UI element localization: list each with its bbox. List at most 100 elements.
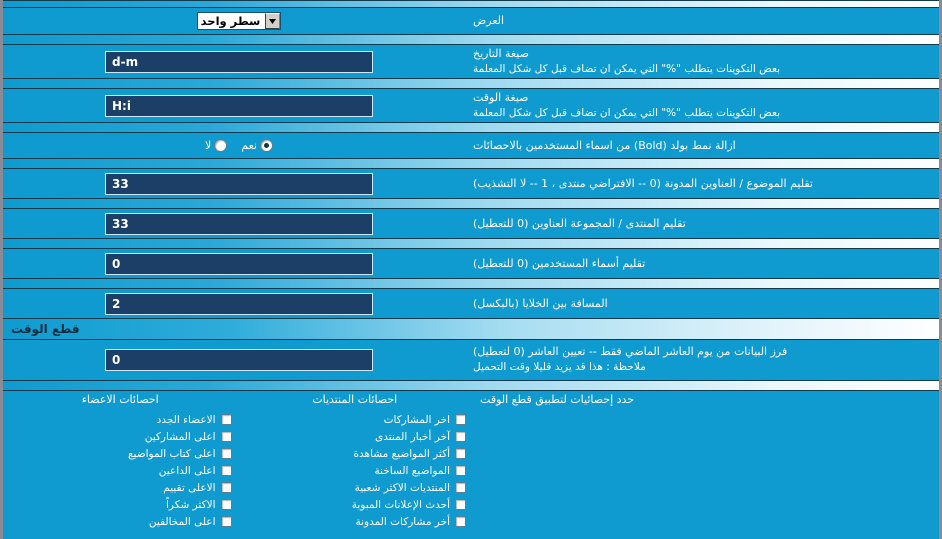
setting-row-display: العرض سطر واحد: [3, 8, 939, 34]
stats-heading-cell: حدد إحصائيات لتطبيق قطع الوقت: [472, 393, 939, 530]
checkbox-icon[interactable]: [455, 499, 467, 510]
setting-row-date-format: صيغة التاريخ بعض التكوينات يتطلب "%" الت…: [3, 45, 939, 78]
time-format-desc: بعض التكوينات يتطلب "%" التي يمكن ان تضا…: [473, 106, 781, 119]
trim-forum-titles-field-cell: [9, 212, 469, 235]
date-format-desc: بعض التكوينات يتطلب "%" التي يمكن ان تضا…: [473, 62, 781, 75]
checkbox-icon[interactable]: [220, 482, 232, 493]
separator-top: [3, 0, 939, 8]
checkbox-icon[interactable]: [220, 499, 232, 510]
date-format-label-cell: صيغة التاريخ بعض التكوينات يتطلب "%" الت…: [469, 46, 939, 77]
cutoff-days-desc: ملاحظة : هذا قد يزيد قليلا وقت التحميل: [473, 361, 646, 374]
checkbox-icon[interactable]: [220, 465, 232, 476]
checkbox-icon[interactable]: [220, 414, 232, 425]
checkbox-label: المواضيع الساخنة: [374, 464, 451, 477]
checkbox-label: اعلى كتاب المواضيع: [127, 447, 216, 460]
checkbox-label: أخر مشاركات المدونة: [355, 515, 451, 528]
checkbox-row[interactable]: الاعضاء الجدد: [9, 411, 232, 428]
section-title: قطع الوقت: [11, 322, 80, 336]
cell-spacing-input[interactable]: [105, 292, 373, 315]
checkbox-icon[interactable]: [455, 465, 467, 476]
separator-5: [3, 198, 939, 209]
setting-row-remove-bold: ازالة نمط بولد (Bold) من اسماء المستخدمي…: [3, 133, 939, 158]
checkbox-label: اعلى الداعين: [158, 464, 216, 477]
checkbox-row[interactable]: اخر المشاركات: [244, 411, 467, 428]
setting-row-time-format: صيغة الوقت بعض التكوينات يتطلب "%" التي …: [3, 89, 939, 122]
checkbox-row[interactable]: أحدث الإعلانات المبوبة: [244, 496, 467, 513]
remove-bold-option-no[interactable]: لا: [205, 139, 228, 152]
trim-forum-titles-label-cell: تقليم المنتدى / المجموعة العناوين (0 للت…: [469, 216, 939, 232]
checkbox-row[interactable]: اعلى المشاركين: [9, 428, 232, 445]
checkbox-icon[interactable]: [455, 414, 467, 425]
checkbox-icon[interactable]: [220, 431, 232, 442]
setting-row-cutoff-days: فرز البيانات من يوم العاشر الماضي فقط --…: [3, 340, 939, 380]
cutoff-days-input[interactable]: [105, 349, 373, 371]
checkbox-row[interactable]: آخر أخبار المنتدى: [244, 428, 467, 445]
checkbox-icon[interactable]: [220, 448, 232, 459]
checkbox-label: اعلى المخالفين: [148, 515, 216, 528]
date-format-input[interactable]: [105, 50, 373, 73]
cutoff-days-field-cell: [9, 349, 469, 371]
checkbox-label: الاعلى تقييم: [163, 481, 216, 494]
checkbox-row[interactable]: الاعلى تقييم: [9, 479, 232, 496]
remove-bold-field-cell: نعم لا: [9, 139, 469, 152]
checkbox-row[interactable]: أكثر المواضيع مشاهدة: [244, 445, 467, 462]
date-format-label: صيغة التاريخ: [473, 46, 529, 60]
checkbox-row[interactable]: المنتديات الاكثر شعبية: [244, 479, 467, 496]
forum-stats-column: احصائات المنتديات اخر المشاركات آخر أخبا…: [238, 393, 473, 530]
checkbox-label: اعلى المشاركين: [144, 430, 216, 443]
checkbox-label: أحدث الإعلانات المبوبة: [351, 498, 451, 511]
date-format-field-cell: [9, 50, 469, 73]
setting-row-trim-forum-titles: تقليم المنتدى / المجموعة العناوين (0 للت…: [3, 209, 939, 238]
separator-2: [3, 78, 939, 89]
checkbox-row[interactable]: الاكثر شكراً: [9, 496, 232, 513]
separator-1: [3, 34, 939, 45]
remove-bold-label-cell: ازالة نمط بولد (Bold) من اسماء المستخدمي…: [469, 138, 939, 154]
separator-6: [3, 238, 939, 249]
checkbox-icon[interactable]: [455, 448, 467, 459]
chevron-down-icon[interactable]: [265, 13, 281, 29]
checkbox-row[interactable]: اعلى المخالفين: [9, 513, 232, 530]
trim-thread-titles-input[interactable]: [105, 172, 373, 195]
trim-thread-titles-field-cell: [9, 172, 469, 195]
checkbox-icon[interactable]: [220, 516, 232, 527]
member-stats-column: احصائات الاعضاء الاعضاء الجدد اعلى المشا…: [3, 393, 238, 530]
separator-8: [3, 380, 939, 391]
stats-selection-area: حدد إحصائيات لتطبيق قطع الوقت احصائات ال…: [3, 391, 939, 530]
trim-forum-titles-input[interactable]: [105, 212, 373, 235]
checkbox-label: أكثر المواضيع مشاهدة: [353, 447, 451, 460]
separator-3: [3, 122, 939, 133]
checkbox-label: المنتديات الاكثر شعبية: [354, 481, 451, 494]
checkbox-label: اخر المشاركات: [383, 413, 451, 426]
setting-row-trim-thread-titles: تقليم الموضوع / العناوين المدونة (0 -- ا…: [3, 169, 939, 198]
checkbox-row[interactable]: أخر مشاركات المدونة: [244, 513, 467, 530]
trim-usernames-input[interactable]: [105, 252, 373, 275]
trim-thread-titles-label-cell: تقليم الموضوع / العناوين المدونة (0 -- ا…: [469, 176, 939, 192]
display-select[interactable]: سطر واحد: [196, 12, 282, 30]
radio-yes-label: نعم: [241, 139, 257, 152]
time-format-input[interactable]: [105, 94, 373, 117]
remove-bold-label: ازالة نمط بولد (Bold) من اسماء المستخدمي…: [473, 138, 736, 152]
checkbox-label: الاعضاء الجدد: [156, 413, 216, 426]
stats-heading: حدد إحصائيات لتطبيق قطع الوقت: [480, 393, 635, 406]
radio-no-icon[interactable]: [214, 139, 228, 152]
checkbox-label: آخر أخبار المنتدى: [375, 430, 451, 443]
checkbox-icon[interactable]: [455, 431, 467, 442]
display-select-value: سطر واحد: [197, 13, 266, 29]
radio-yes-icon[interactable]: [260, 139, 273, 152]
time-format-label: صيغة الوقت: [473, 90, 529, 104]
separator-7: [3, 278, 939, 289]
cell-spacing-field-cell: [9, 292, 469, 315]
checkbox-row[interactable]: اعلى كتاب المواضيع: [9, 445, 232, 462]
radio-no-label: لا: [205, 139, 212, 152]
checkbox-icon[interactable]: [455, 516, 467, 527]
setting-row-cell-spacing: المسافة بين الخلايا (بالبكسل): [3, 289, 939, 318]
checkbox-row[interactable]: المواضيع الساخنة: [244, 462, 467, 479]
checkbox-row[interactable]: اعلى الداعين: [9, 462, 232, 479]
separator-4: [3, 158, 939, 169]
time-format-label-cell: صيغة الوقت بعض التكوينات يتطلب "%" التي …: [469, 90, 939, 121]
checkbox-icon[interactable]: [455, 482, 467, 493]
checkbox-label: الاكثر شكراً: [165, 498, 216, 511]
remove-bold-option-yes[interactable]: نعم: [241, 139, 273, 152]
display-label-cell: العرض: [469, 13, 939, 29]
cutoff-days-label-cell: فرز البيانات من يوم العاشر الماضي فقط --…: [469, 344, 939, 375]
